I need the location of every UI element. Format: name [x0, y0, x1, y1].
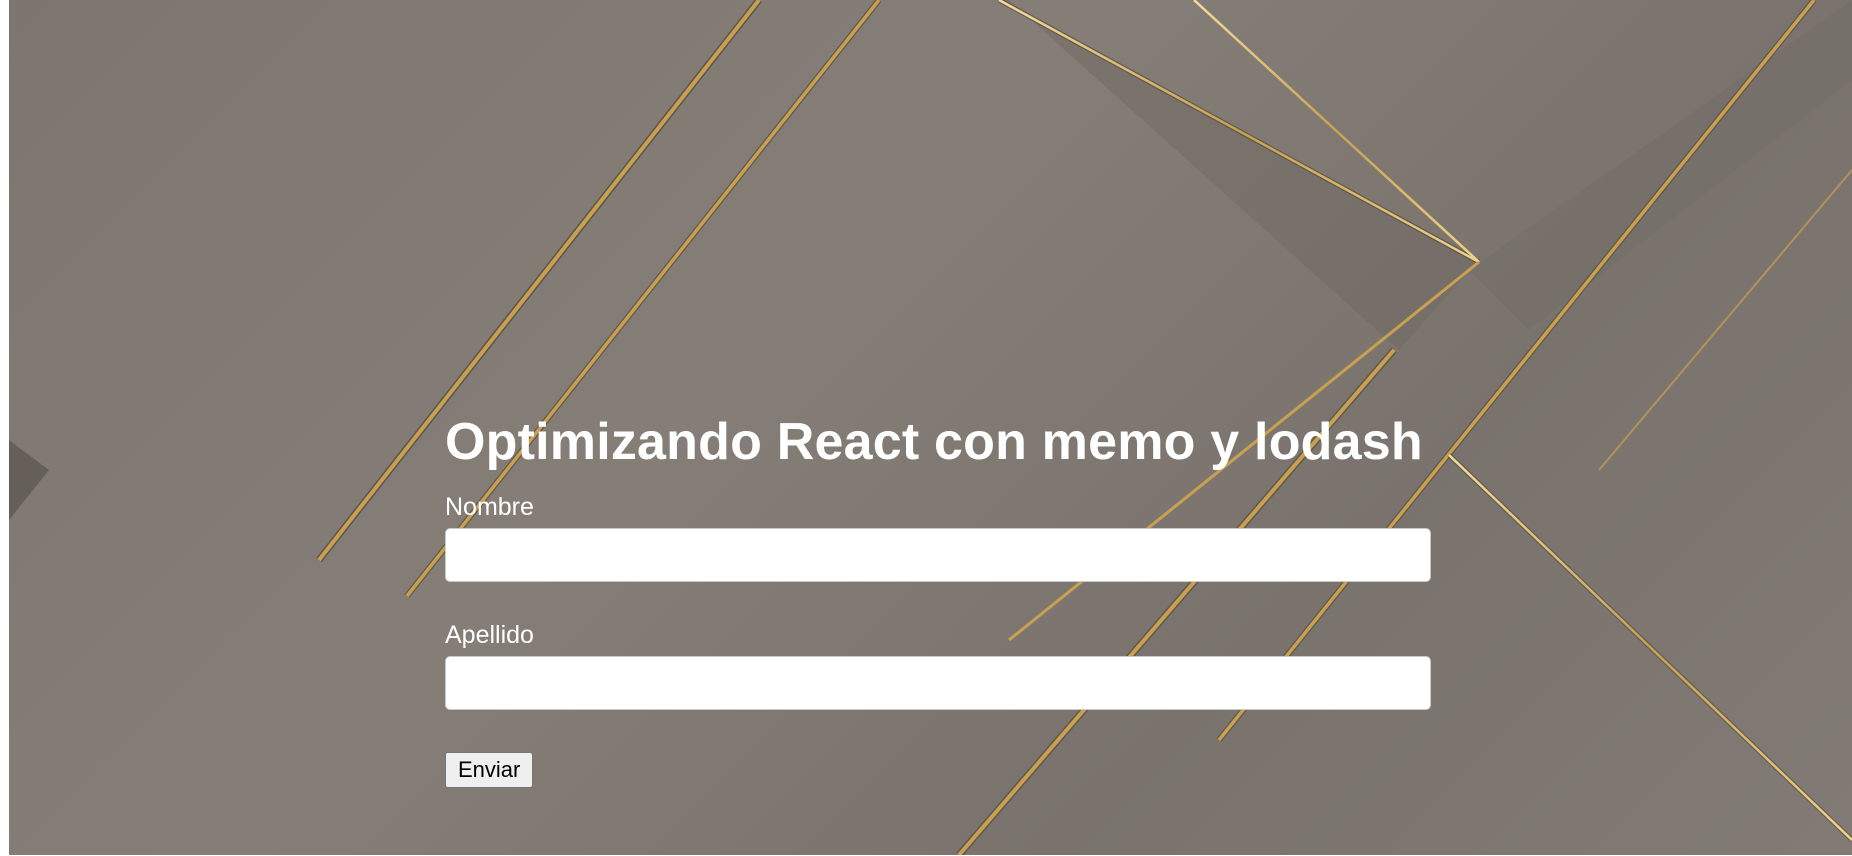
- form-container: Optimizando React con memo y lodash Nomb…: [445, 408, 1441, 788]
- last-name-label: Apellido: [445, 621, 534, 649]
- first-name-label: Nombre: [445, 493, 534, 521]
- page-title: Optimizando React con memo y lodash: [445, 413, 1423, 471]
- submit-button[interactable]: Enviar: [445, 752, 534, 788]
- last-name-input[interactable]: [445, 656, 1431, 710]
- first-name-input[interactable]: [445, 528, 1431, 582]
- page-background: Optimizando React con memo y lodash Nomb…: [9, 0, 1852, 855]
